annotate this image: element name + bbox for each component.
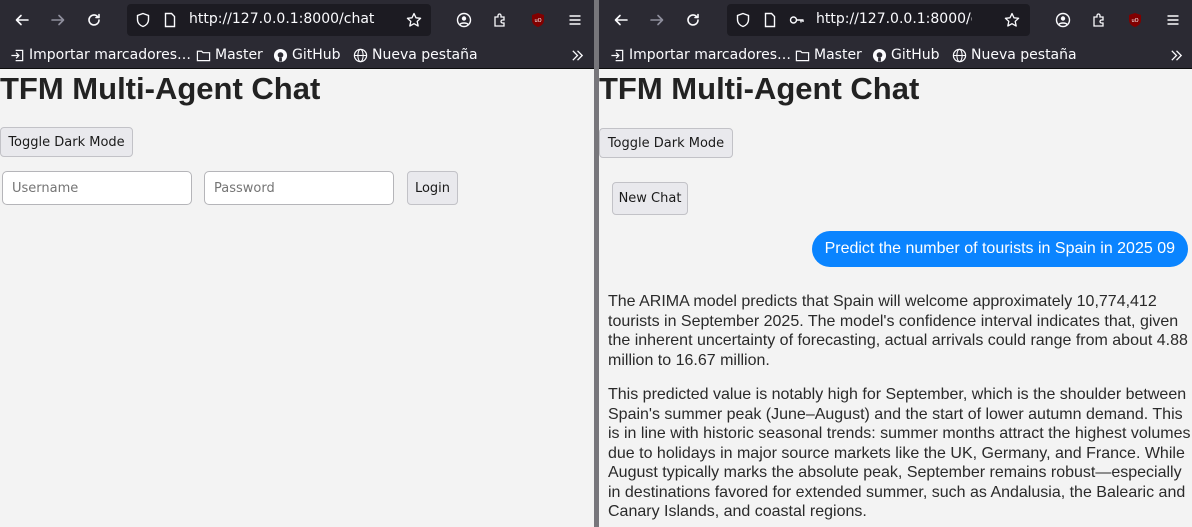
user-message: Predict the number of tourists in Spain … xyxy=(811,231,1188,267)
page-icon xyxy=(162,12,178,28)
password-field[interactable] xyxy=(204,171,394,205)
bookmarks-toolbar: Importar marcadores… Master GitHub Nueva… xyxy=(0,40,594,69)
bookmark-label: GitHub xyxy=(292,47,341,63)
url-bar[interactable]: http://127.0.0.1:8000/chat xyxy=(727,4,1030,36)
page-content: TFM Multi-Agent Chat Toggle Dark Mode Lo… xyxy=(0,70,594,527)
bookmark-star-icon[interactable] xyxy=(1004,12,1020,28)
toggle-dark-mode-button[interactable]: Toggle Dark Mode xyxy=(0,127,133,157)
page-title: TFM Multi-Agent Chat xyxy=(0,71,321,106)
browser-window-right: http://127.0.0.1:8000/chat uO Importar m… xyxy=(599,0,1192,527)
assistant-reply-continued: This predicted value is notably high for… xyxy=(608,385,1192,522)
forward-icon[interactable] xyxy=(44,6,72,34)
bookmark-github[interactable]: GitHub xyxy=(872,45,940,65)
login-button[interactable]: Login xyxy=(407,171,458,205)
reply-paragraph: This predicted value is notably high for… xyxy=(608,386,1191,520)
url-text[interactable]: http://127.0.0.1:8000/chat xyxy=(816,11,972,27)
reload-icon[interactable] xyxy=(679,6,707,34)
bookmark-label: Importar marcadores… xyxy=(29,47,191,63)
url-bar[interactable]: http://127.0.0.1:8000/chat xyxy=(127,4,431,36)
globe-icon xyxy=(353,48,368,62)
chevron-overflow-icon[interactable] xyxy=(1169,45,1188,65)
bookmark-label: Master xyxy=(814,47,862,63)
extensions-icon[interactable] xyxy=(486,6,514,34)
bookmark-label: GitHub xyxy=(891,47,940,63)
key-icon[interactable] xyxy=(789,12,805,28)
shield-icon[interactable] xyxy=(735,12,751,28)
page-icon xyxy=(762,12,778,28)
bookmark-import[interactable]: Importar marcadores… xyxy=(10,45,191,65)
github-icon xyxy=(872,48,887,62)
bookmark-label: Nueva pestaña xyxy=(372,47,478,63)
back-icon[interactable] xyxy=(607,6,635,34)
bookmark-label: Nueva pestaña xyxy=(971,47,1077,63)
bookmark-master[interactable]: Master xyxy=(795,45,862,65)
import-icon xyxy=(11,49,24,61)
reload-icon[interactable] xyxy=(80,6,108,34)
new-chat-button[interactable]: New Chat xyxy=(612,182,688,215)
bookmark-import[interactable]: Importar marcadores… xyxy=(610,45,791,65)
menu-icon[interactable] xyxy=(561,6,589,34)
ublock-icon[interactable]: uO xyxy=(1121,6,1149,34)
bookmark-new-tab[interactable]: Nueva pestaña xyxy=(952,45,1077,65)
shield-icon[interactable] xyxy=(135,12,151,28)
navigation-toolbar: http://127.0.0.1:8000/chat uO xyxy=(599,0,1192,40)
bookmark-github[interactable]: GitHub xyxy=(273,45,341,65)
folder-icon xyxy=(196,50,211,61)
bookmark-star-icon[interactable] xyxy=(406,12,422,28)
bookmarks-toolbar: Importar marcadores… Master GitHub Nueva… xyxy=(599,40,1192,69)
browser-window-left: http://127.0.0.1:8000/chat uO Importar m… xyxy=(0,0,594,527)
bookmark-master[interactable]: Master xyxy=(196,45,263,65)
ublock-icon[interactable]: uO xyxy=(524,6,552,34)
back-icon[interactable] xyxy=(8,6,36,34)
url-text[interactable]: http://127.0.0.1:8000/chat xyxy=(189,11,389,27)
bookmark-label: Importar marcadores… xyxy=(629,47,791,63)
username-field[interactable] xyxy=(2,171,192,205)
bookmark-label: Master xyxy=(215,47,263,63)
toggle-dark-mode-button[interactable]: Toggle Dark Mode xyxy=(599,128,733,158)
reply-paragraph: The ARIMA model predicts that Spain will… xyxy=(608,293,1188,369)
assistant-reply: The ARIMA model predicts that Spain will… xyxy=(608,292,1192,370)
svg-text:uO: uO xyxy=(1131,18,1138,24)
globe-icon xyxy=(952,48,967,62)
extensions-icon[interactable] xyxy=(1085,6,1113,34)
account-icon[interactable] xyxy=(450,6,478,34)
folder-icon xyxy=(795,50,810,61)
forward-icon[interactable] xyxy=(643,6,671,34)
chevron-overflow-icon[interactable] xyxy=(570,45,589,65)
bookmark-new-tab[interactable]: Nueva pestaña xyxy=(353,45,478,65)
page-content: TFM Multi-Agent Chat Toggle Dark Mode Ne… xyxy=(599,70,1192,527)
menu-icon[interactable] xyxy=(1159,6,1187,34)
account-icon[interactable] xyxy=(1049,6,1077,34)
svg-text:uO: uO xyxy=(534,18,541,24)
import-icon xyxy=(611,49,624,61)
github-icon xyxy=(273,48,288,62)
page-title: TFM Multi-Agent Chat xyxy=(599,71,920,106)
navigation-toolbar: http://127.0.0.1:8000/chat uO xyxy=(0,0,594,40)
